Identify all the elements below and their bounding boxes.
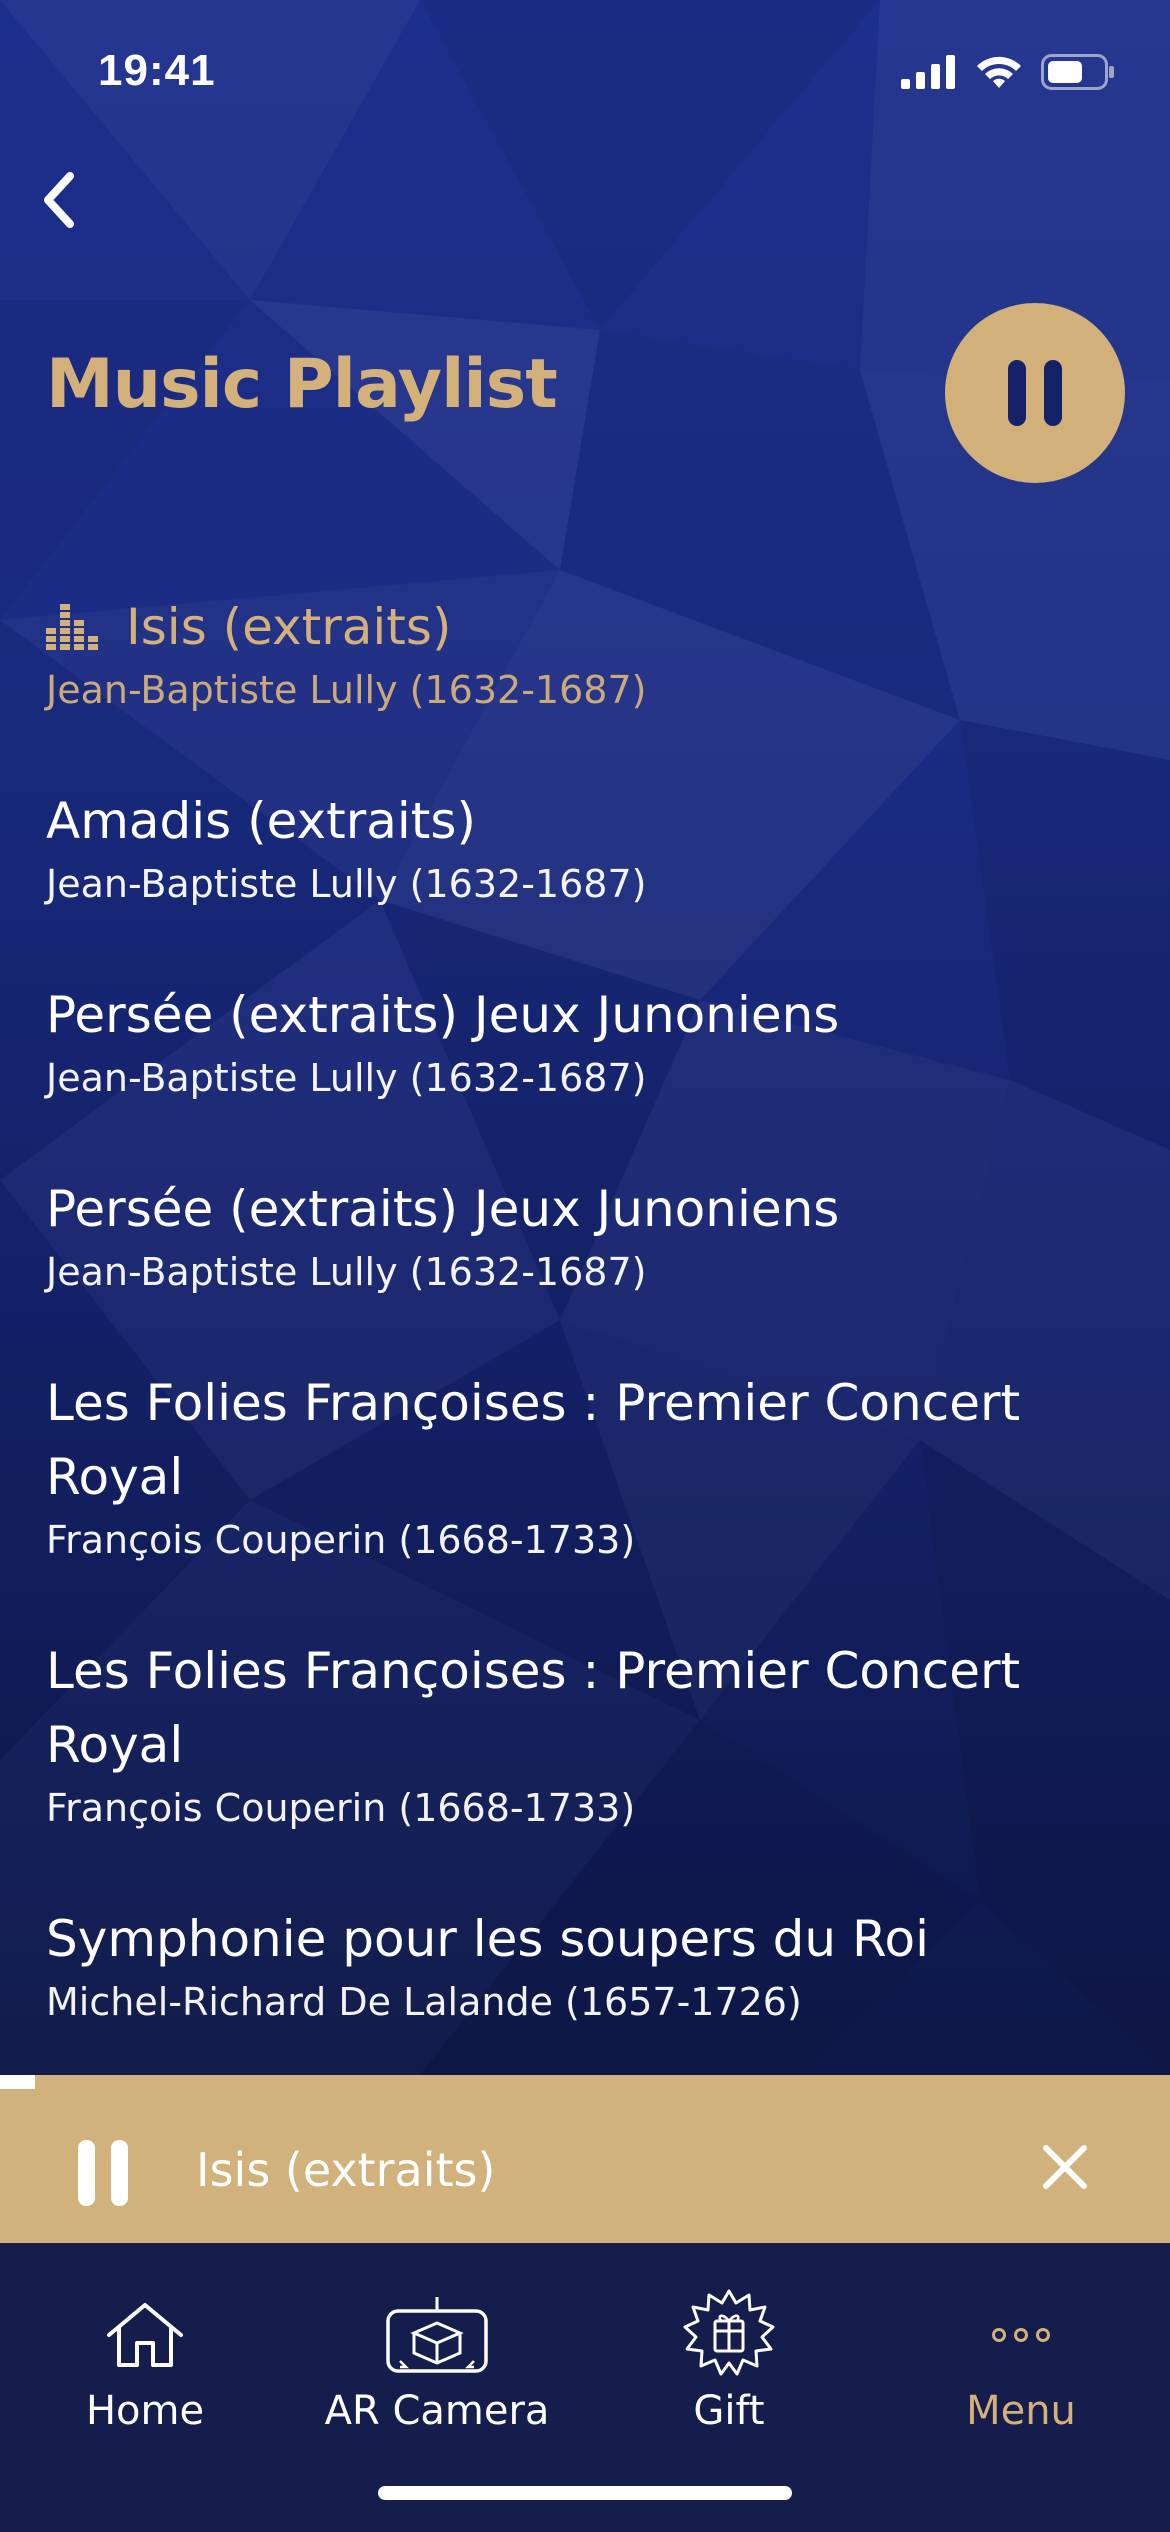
home-icon xyxy=(105,2290,185,2380)
track-title: Amadis (extraits) xyxy=(46,792,476,850)
cellular-signal-icon xyxy=(901,55,957,93)
mini-player-close-button[interactable] xyxy=(1040,2142,1090,2192)
track-title: Persée (extraits) Jeux Junoniens xyxy=(46,1180,840,1238)
more-icon xyxy=(989,2290,1053,2380)
track-title: Persée (extraits) Jeux Junoniens xyxy=(46,986,840,1044)
mini-player-pause-button[interactable] xyxy=(78,2140,128,2206)
tab-label: Menu xyxy=(966,2388,1076,2434)
mini-player[interactable] xyxy=(0,2075,1170,2243)
playlist-item[interactable]: Persée (extraits) Jeux Junoniens Jean-Ba… xyxy=(46,978,1126,1104)
track-artist: Michel-Richard De Lalande (1657-1726) xyxy=(46,1980,802,2024)
page-title: Music Playlist xyxy=(46,345,558,424)
pause-icon-bar xyxy=(111,2140,128,2206)
tab-label: Gift xyxy=(693,2388,765,2434)
equalizer-icon xyxy=(46,602,102,652)
gift-icon xyxy=(683,2289,775,2380)
track-title: Les Folies Françoises : Premier Concert … xyxy=(46,1374,1021,1506)
playlist-item[interactable]: Les Folies Françoises : Premier Concert … xyxy=(46,1634,1126,1834)
tab-home[interactable]: Home xyxy=(0,2290,290,2440)
tab-label: AR Camera xyxy=(324,2388,550,2434)
mini-player-title: Isis (extraits) xyxy=(196,2143,496,2197)
wifi-icon xyxy=(975,54,1023,94)
playlist-item[interactable]: Isis (extraits) Jean-Baptiste Lully (163… xyxy=(46,590,1126,716)
close-icon xyxy=(1043,2145,1087,2189)
tab-ar-camera[interactable]: AR Camera xyxy=(292,2290,582,2440)
track-artist: Jean-Baptiste Lully (1632-1687) xyxy=(46,862,647,906)
playlist-item[interactable]: Amadis (extraits) Jean-Baptiste Lully (1… xyxy=(46,784,1126,910)
track-artist: François Couperin (1668-1733) xyxy=(46,1786,636,1830)
chevron-left-icon xyxy=(44,172,74,228)
track-artist: François Couperin (1668-1733) xyxy=(46,1518,636,1562)
track-title: Les Folies Françoises : Premier Concert … xyxy=(46,1642,1021,1774)
track-artist: Jean-Baptiste Lully (1632-1687) xyxy=(46,1250,647,1294)
back-button[interactable] xyxy=(30,160,90,240)
playlist-item[interactable]: Les Folies Françoises : Premier Concert … xyxy=(46,1366,1126,1566)
track-artist: Jean-Baptiste Lully (1632-1687) xyxy=(46,1056,647,1100)
battery-icon xyxy=(1041,54,1115,94)
pause-icon-bar xyxy=(1044,360,1062,426)
status-time: 19:41 xyxy=(98,46,216,95)
tab-gift[interactable]: Gift xyxy=(584,2289,874,2440)
pause-button[interactable] xyxy=(945,303,1125,483)
status-icons xyxy=(901,54,1115,94)
home-indicator xyxy=(378,2486,792,2500)
ar-camera-icon xyxy=(382,2290,492,2380)
playback-progress-bar[interactable] xyxy=(0,2075,36,2089)
playlist: Isis (extraits) Jean-Baptiste Lully (163… xyxy=(46,590,1126,2096)
pause-icon-bar xyxy=(1008,360,1026,426)
tab-label: Home xyxy=(85,2388,205,2434)
track-title: Isis (extraits) xyxy=(126,598,452,656)
playlist-item[interactable]: Persée (extraits) Jeux Junoniens Jean-Ba… xyxy=(46,1172,1126,1298)
pause-icon-bar xyxy=(78,2140,95,2206)
track-title: Symphonie pour les soupers du Roi xyxy=(46,1910,929,1968)
track-artist: Jean-Baptiste Lully (1632-1687) xyxy=(46,668,647,712)
playlist-item[interactable]: Symphonie pour les soupers du Roi Michel… xyxy=(46,1902,1126,2028)
tab-menu[interactable]: Menu xyxy=(876,2290,1166,2440)
